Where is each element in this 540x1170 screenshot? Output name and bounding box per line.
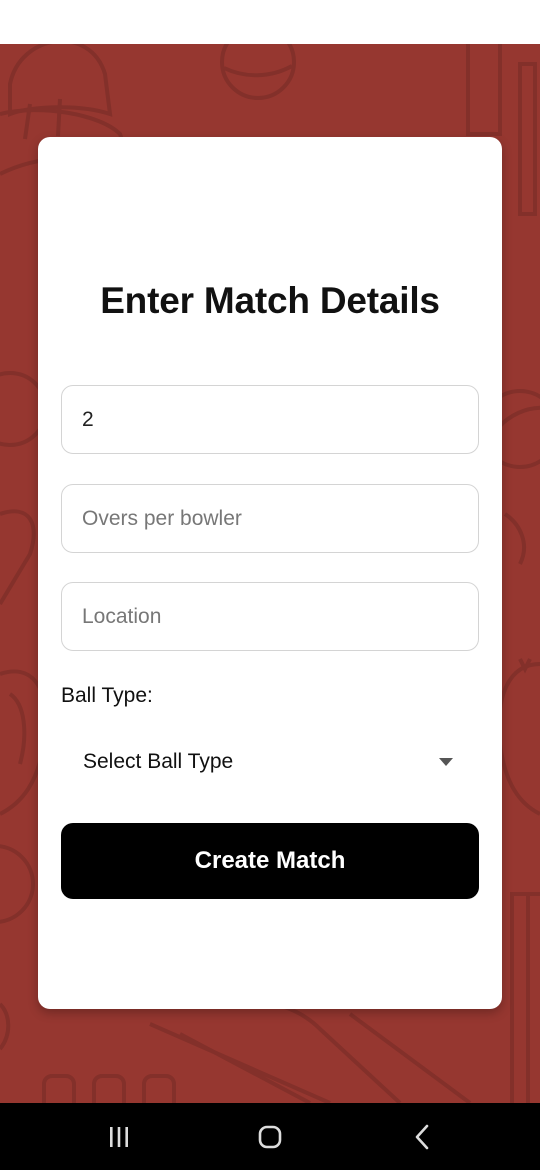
- ball-type-select[interactable]: Select Ball Type: [61, 730, 479, 796]
- page-title: Enter Match Details: [100, 280, 440, 321]
- recents-icon[interactable]: [99, 1117, 139, 1157]
- ball-type-label: Ball Type:: [61, 684, 153, 707]
- caret-down-icon: [439, 758, 453, 766]
- ball-type-select-value: Select Ball Type: [83, 750, 234, 773]
- back-icon[interactable]: [402, 1117, 442, 1157]
- matches-count-input[interactable]: [61, 385, 479, 454]
- system-navigation-bar: [0, 1103, 540, 1170]
- match-details-card: Enter Match Details Ball Type: Select Ba…: [38, 137, 502, 1009]
- create-match-button[interactable]: Create Match: [61, 823, 479, 899]
- home-icon[interactable]: [250, 1117, 290, 1157]
- status-bar: [0, 0, 540, 44]
- location-input[interactable]: [61, 582, 479, 651]
- screen: Enter Match Details Ball Type: Select Ba…: [0, 0, 540, 1170]
- overs-per-bowler-input[interactable]: [61, 484, 479, 553]
